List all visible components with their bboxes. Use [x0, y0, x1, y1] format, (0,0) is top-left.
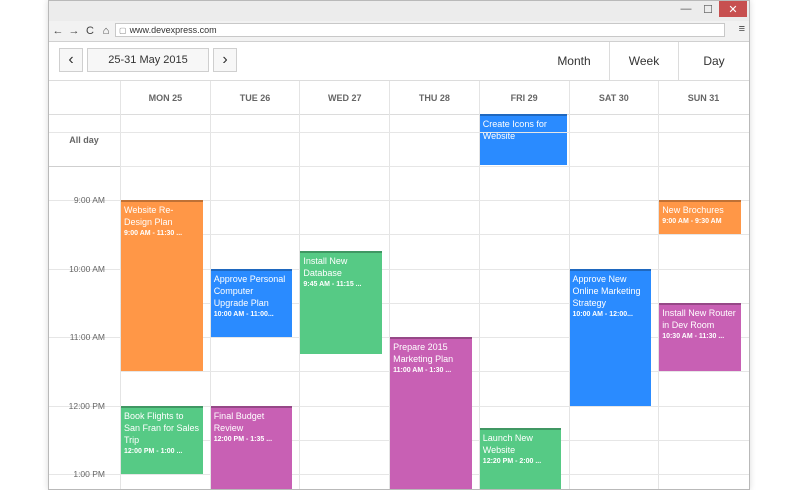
- close-icon[interactable]: ✕: [719, 1, 747, 17]
- all-day-label: All day: [69, 135, 99, 145]
- prev-week-button[interactable]: ‹: [59, 48, 83, 72]
- appointment[interactable]: Install New Router in Dev Room 10:30 AM -…: [659, 302, 741, 372]
- appointment[interactable]: New Brochures 9:00 AM - 9:30 AM: [659, 200, 741, 235]
- appointment-title: Create Icons for Website: [482, 119, 547, 141]
- day-header: WED 27: [299, 81, 389, 114]
- appointment-title: Install New Router in Dev Room: [662, 307, 736, 330]
- title-bar: — ☐ ✕: [49, 1, 749, 21]
- appointment[interactable]: Approve New Online Marketing Strategy 10:…: [569, 268, 652, 406]
- appointment-time: 9:00 AM - 9:30 AM: [662, 218, 722, 225]
- half-hour-line: [120, 234, 749, 236]
- time-grid: 9:00 AM 10:00 AM 11:00 AM 12:00 PM 1:00 PM We…: [49, 131, 749, 489]
- day-header: MON 25: [120, 81, 210, 114]
- appointment-title: Prepare 2015 Marketing Plan: [393, 342, 454, 364]
- time-label: 9:00 AM: [73, 195, 105, 205]
- day-header: THU 28: [389, 81, 479, 114]
- appointment-title: Book Flights to San Fran for Sales Trip: [124, 410, 200, 445]
- appointment-title: New Brochures: [662, 205, 724, 215]
- appointment[interactable]: Approve Personal Computer Upgrade Plan 10…: [210, 268, 293, 337]
- appointment-time: 10:00 AM - 12:00...: [572, 310, 633, 318]
- view-day-tab[interactable]: Day: [679, 42, 749, 79]
- hour-line: [49, 131, 749, 133]
- appointment-title: Final Budget Review: [213, 410, 265, 433]
- appointment[interactable]: Final Budget Review 12:00 PM - 1:35 ...: [210, 405, 293, 489]
- appointment-title: Website Re-Design Plan: [124, 205, 174, 227]
- appointment-time: 12:00 PM - 1:00 ...: [124, 447, 183, 455]
- back-icon[interactable]: ←: [51, 23, 65, 39]
- column-divider: [299, 114, 301, 166]
- all-day-appointment[interactable]: Create Icons for Website: [479, 114, 568, 165]
- minimize-icon[interactable]: —: [675, 1, 697, 17]
- maximize-icon[interactable]: ☐: [697, 1, 719, 17]
- appointment[interactable]: Install New Database 9:45 AM - 11:15 ...: [300, 251, 383, 355]
- home-icon[interactable]: ⌂: [99, 23, 113, 39]
- appointment-time: 9:00 AM - 11:30 ...: [124, 230, 183, 237]
- browser-menu-icon[interactable]: ≡: [739, 23, 745, 35]
- appointment[interactable]: Book Flights to San Fran for Sales Trip 1…: [121, 405, 203, 474]
- appointment-title: Launch New Website: [482, 433, 533, 456]
- appointment-time: 10:30 AM - 11:30 ...: [662, 332, 725, 340]
- appointment[interactable]: Launch New Website 12:20 PM - 2:00 ...: [479, 428, 562, 489]
- all-day-row: All day Create Icons for Website: [49, 114, 749, 167]
- url-field[interactable]: ▢ www.devexpress.com: [115, 23, 725, 37]
- appointment[interactable]: Prepare 2015 Marketing Plan 11:00 AM - 1:…: [390, 337, 472, 489]
- url-text: www.devexpress.com: [129, 25, 217, 35]
- view-week-tab[interactable]: Week: [609, 42, 679, 80]
- appointment-title: Approve New Online Marketing Strategy: [572, 273, 641, 308]
- page-icon: ▢: [119, 25, 127, 35]
- time-label: 12:00 PM: [68, 400, 105, 411]
- appointment-time: 12:20 PM - 2:00 ...: [482, 458, 542, 466]
- reload-icon[interactable]: C: [83, 23, 97, 39]
- day-header: SAT 30: [568, 81, 659, 114]
- view-month-tab[interactable]: Month: [539, 42, 609, 79]
- half-hour-line: [120, 165, 749, 167]
- column-divider: [209, 114, 211, 166]
- next-week-button[interactable]: ›: [213, 48, 237, 72]
- column-divider: [120, 114, 121, 166]
- appointment-time: 10:00 AM - 11:00...: [213, 310, 274, 318]
- browser-window: — ☐ ✕ ← → C ⌂ ▢ www.devexpress.com ≡ ‹ 2…: [48, 0, 750, 490]
- column-divider: [658, 114, 660, 166]
- appointment[interactable]: Website Re-Design Plan 9:00 AM - 11:30 ..…: [121, 200, 203, 372]
- column-divider: [568, 114, 570, 166]
- view-switcher: Month Week Day: [539, 42, 749, 80]
- appointment-time: 11:00 AM - 1:30 ...: [393, 367, 452, 374]
- time-label: 11:00 AM: [69, 332, 105, 342]
- appointment-title: Approve Personal Computer Upgrade Plan: [213, 273, 286, 308]
- appointment-title: Install New Database: [303, 256, 348, 279]
- time-label: 10:00 AM: [69, 263, 105, 274]
- day-header-row: MON 25 TUE 26 WED 27 THU 28 FRI 29 SAT 30 SUN …: [49, 81, 749, 115]
- date-range-button[interactable]: 25-31 May 2015: [87, 48, 209, 72]
- appointment-time: 12:00 PM - 1:35 ...: [213, 435, 273, 443]
- time-label: 1:00 PM: [73, 469, 105, 479]
- day-header: SUN 31: [658, 81, 748, 114]
- forward-icon[interactable]: →: [67, 23, 81, 39]
- column-divider: [389, 114, 391, 166]
- address-bar: ← → C ⌂ ▢ www.devexpress.com ≡: [49, 21, 749, 42]
- appointment-time: 9:45 AM - 11:15 ...: [303, 281, 362, 289]
- scheduler-toolbar: ‹ 25-31 May 2015 › Month Week Day: [49, 42, 749, 81]
- day-header: FRI 29: [478, 81, 569, 114]
- day-header: TUE 26: [209, 81, 300, 114]
